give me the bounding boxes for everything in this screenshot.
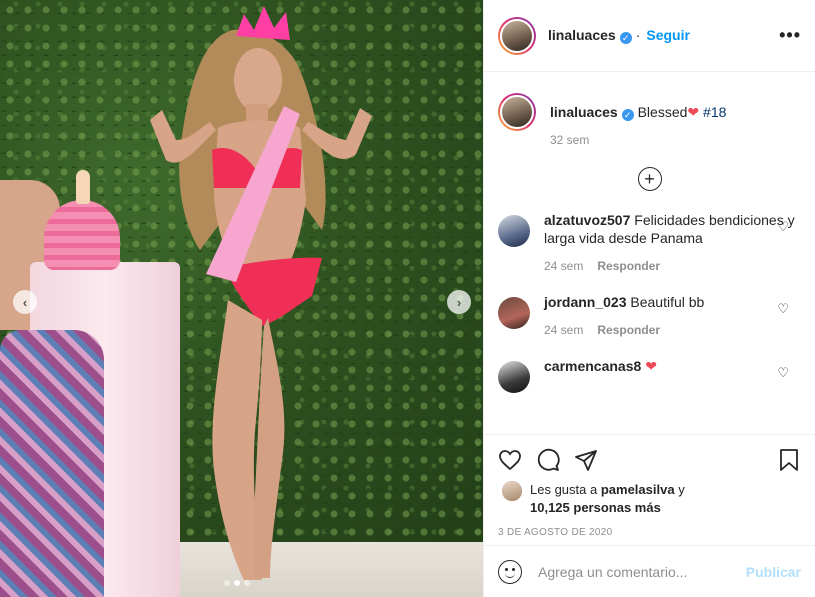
likes-count-button[interactable]: 10,125 personas más [530, 500, 661, 515]
liker-username[interactable]: pamelasilva [601, 482, 675, 497]
likes-summary: Les gusta a pamelasilva y 10,125 persona… [498, 481, 801, 517]
verified-badge-icon: ✓ [621, 109, 634, 121]
liker-avatar[interactable] [502, 481, 522, 501]
red-heart-emoji-icon: ❤ [645, 358, 657, 374]
commenter-username[interactable]: jordann_023 [544, 294, 626, 310]
plus-circle-icon[interactable]: + [637, 167, 662, 191]
comments-list[interactable]: linaluaces ✓ Blessed❤ #18 32 sem + alzatu… [484, 73, 815, 433]
comment-item: alzatuvoz507 Felicidades bendiciones y l… [498, 211, 801, 273]
comment-age[interactable]: 24 sem [544, 259, 583, 273]
author-avatar[interactable] [498, 16, 536, 55]
emoji-icon[interactable] [498, 559, 522, 584]
post-date[interactable]: 3 DE AGOSTO DE 2020 [498, 527, 801, 538]
heart-icon[interactable] [498, 448, 522, 472]
carousel-dot [224, 580, 230, 586]
comment-like-heart-icon[interactable]: ♡ [777, 365, 789, 381]
carousel-dot-active [234, 580, 240, 586]
paper-plane-icon[interactable] [574, 448, 598, 472]
commenter-avatar[interactable] [498, 361, 530, 393]
photo-subject [150, 6, 372, 580]
commenter-username[interactable]: carmencanas8 [544, 358, 641, 374]
reply-button[interactable]: Responder [597, 259, 660, 273]
more-options-icon[interactable]: ••• [779, 25, 801, 46]
comment-text: Beautiful bb [630, 294, 705, 310]
post-actions: Les gusta a pamelasilva y 10,125 persona… [484, 434, 815, 538]
caption-username[interactable]: linaluaces [550, 104, 618, 120]
author-username[interactable]: linaluaces [548, 27, 616, 43]
comment-like-heart-icon[interactable]: ♡ [777, 219, 789, 235]
post-header: linaluaces ✓ · Seguir ••• [484, 0, 815, 72]
commenter-avatar[interactable] [498, 297, 530, 329]
caption: linaluaces ✓ Blessed❤ #18 32 sem [498, 73, 801, 147]
comment-item: carmencanas8 ❤ ♡ [498, 357, 801, 393]
post-media[interactable]: ‹ › [0, 0, 483, 597]
add-comment-bar: Publicar [484, 545, 815, 597]
hashtag-link[interactable]: #18 [703, 104, 726, 120]
commenter-avatar[interactable] [498, 215, 530, 247]
publish-button[interactable]: Publicar [746, 564, 801, 580]
reply-button[interactable]: Responder [597, 323, 660, 337]
carousel-dots [224, 580, 250, 586]
comment-like-heart-icon[interactable]: ♡ [777, 301, 789, 317]
caption-avatar[interactable] [498, 93, 536, 131]
carousel-dot [244, 580, 250, 586]
caption-age[interactable]: 32 sem [550, 133, 589, 147]
follow-button[interactable]: Seguir [646, 27, 690, 43]
comment-icon[interactable] [536, 448, 560, 472]
carousel-prev-button[interactable]: ‹ [13, 290, 37, 314]
commenter-username[interactable]: alzatuvoz507 [544, 212, 630, 228]
comment-input[interactable] [538, 563, 746, 580]
verified-badge-icon: ✓ [619, 32, 632, 44]
author-info: linaluaces ✓ · Seguir [548, 27, 690, 44]
caption-text: Blessed [637, 104, 688, 120]
bookmark-icon[interactable] [777, 448, 801, 472]
red-heart-emoji-icon: ❤ [687, 104, 700, 120]
carousel-next-button[interactable]: › [447, 290, 471, 314]
post-sidebar: linaluaces ✓ · Seguir ••• linaluaces ✓ Bless… [483, 0, 815, 597]
comment-item: jordann_023 Beautiful bb 24 sem Responde… [498, 293, 801, 337]
comment-age[interactable]: 24 sem [544, 323, 583, 337]
